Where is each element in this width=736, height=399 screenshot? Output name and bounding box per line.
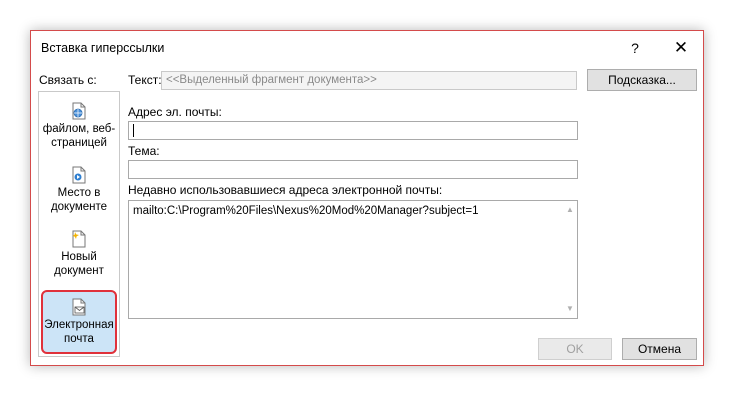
link-option-label: Электронная почта (44, 319, 114, 345)
bookmark-document-icon (72, 166, 86, 184)
title-bar: Вставка гиперссылки ? ✕ (31, 31, 703, 65)
email-icon (72, 298, 86, 316)
recent-addresses-label: Недавно использовавшиеся адреса электрон… (128, 183, 443, 197)
recent-addresses-list[interactable]: mailto:C:\Program%20Files\Nexus%20Mod%20… (128, 200, 578, 319)
list-item[interactable]: mailto:C:\Program%20Files\Nexus%20Mod%20… (133, 205, 479, 217)
subject-label: Тема: (128, 144, 160, 158)
screentip-button[interactable]: Подсказка... (587, 69, 697, 91)
hyperlink-dialog: Вставка гиперссылки ? ✕ Связать с: файло… (30, 30, 704, 366)
link-option-email[interactable]: Электронная почта (41, 290, 117, 354)
text-cursor (133, 124, 134, 137)
vertical-scrollbar[interactable]: ▲ ▼ (563, 201, 577, 318)
email-address-label: Адрес эл. почты: (128, 105, 222, 119)
globe-file-icon (72, 102, 86, 120)
email-address-input[interactable] (128, 121, 578, 140)
link-option-label: файлом, веб-страницей (42, 123, 116, 149)
link-option-place-in-document[interactable]: Место в документе (39, 160, 119, 224)
link-to-sidebar: файлом, веб-страницей Место в документе … (38, 91, 120, 357)
display-text-field: <<Выделенный фрагмент документа>> (161, 71, 577, 90)
link-option-label: Место в документе (50, 187, 108, 213)
ok-button[interactable]: OK (538, 338, 612, 360)
subject-input[interactable] (128, 160, 578, 179)
text-label: Текст: (128, 73, 162, 87)
cancel-button[interactable]: Отмена (622, 338, 697, 360)
scroll-up-icon[interactable]: ▲ (565, 205, 575, 215)
close-button[interactable]: ✕ (667, 36, 695, 60)
help-button[interactable]: ? (621, 36, 649, 60)
scroll-down-icon[interactable]: ▼ (565, 304, 575, 314)
new-document-icon (72, 230, 86, 248)
link-option-file-web[interactable]: файлом, веб-страницей (39, 96, 119, 160)
dialog-title: Вставка гиперссылки (41, 41, 165, 55)
link-to-label: Связать с: (39, 73, 97, 87)
link-option-new-document[interactable]: Новый документ (39, 224, 119, 288)
link-option-label: Новый документ (54, 251, 104, 277)
